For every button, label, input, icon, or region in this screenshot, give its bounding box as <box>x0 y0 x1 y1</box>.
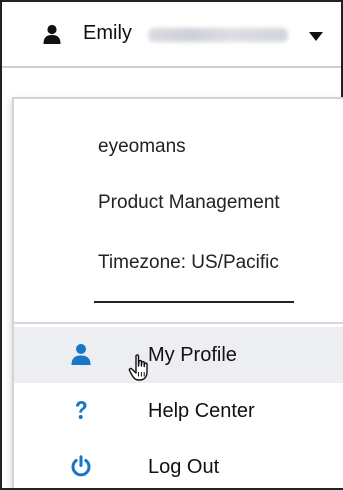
profile-department: Product Management <box>98 192 280 213</box>
profile-timezone: Timezone: US/Pacific <box>98 252 279 273</box>
menu-item-label: Help Center <box>148 400 255 422</box>
user-dropdown-menu: eyeomans Product Management Timezone: US… <box>12 97 343 490</box>
hand-pointer-cursor-icon <box>128 354 148 381</box>
caret-down-icon[interactable] <box>309 32 323 41</box>
user-name: Emily <box>83 22 132 44</box>
profile-username: eyeomans <box>98 136 186 157</box>
menu-separator <box>14 322 343 324</box>
menu-item-label: Log Out <box>148 456 220 478</box>
user-icon <box>43 24 61 44</box>
menu-item-label: My Profile <box>148 344 237 366</box>
user-icon <box>71 344 91 365</box>
question-icon <box>76 401 87 419</box>
profile-divider <box>94 301 294 303</box>
menu-item-log-out[interactable]: Log Out <box>14 439 343 490</box>
user-menu-toggle[interactable]: Emily <box>2 2 341 68</box>
power-icon <box>71 455 91 477</box>
redacted-surname <box>148 28 288 42</box>
menu-item-my-profile[interactable]: My Profile <box>14 327 343 383</box>
menu-item-help-center[interactable]: Help Center <box>14 383 343 439</box>
